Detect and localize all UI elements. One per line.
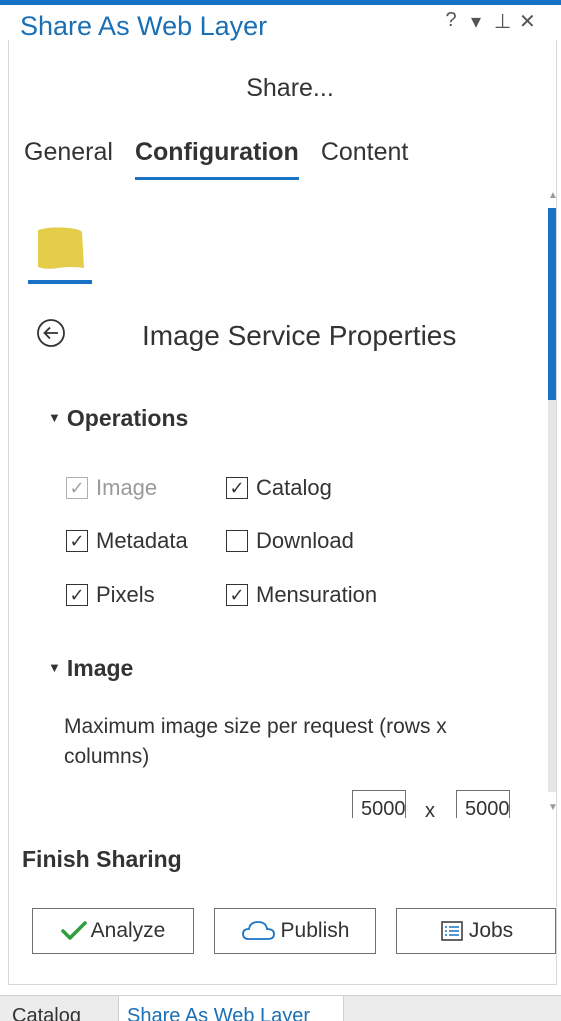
tab-configuration[interactable]: Configuration — [134, 138, 299, 180]
layer-tab-underline — [28, 280, 92, 284]
jobs-label: Jobs — [468, 919, 514, 942]
help-icon[interactable]: ? — [444, 9, 458, 34]
operations-group-header[interactable]: ▼ Operations — [48, 405, 188, 432]
image-heading: Image — [66, 655, 134, 681]
scrollbar-thumb[interactable] — [548, 208, 556, 400]
pane-title: Share As Web Layer — [20, 11, 268, 41]
checkmark-icon: ✓ — [226, 477, 248, 499]
image-layer-tab[interactable] — [28, 220, 92, 284]
checkmark-icon: ✓ — [66, 584, 88, 606]
jobs-button[interactable]: Jobs — [396, 908, 556, 954]
pane-right-border — [556, 40, 557, 985]
checkmark-icon: ✓ — [66, 477, 88, 499]
analyze-label: Analyze — [90, 919, 166, 942]
checkbox-label: Image — [96, 475, 158, 500]
close-icon[interactable]: ✕ — [519, 9, 536, 34]
checkbox-metadata[interactable]: ✓ Metadata — [66, 528, 188, 554]
analyze-button[interactable]: Analyze — [32, 908, 194, 954]
dropdown-menu-icon[interactable]: ▾ — [469, 9, 483, 34]
checkbox-label: Pixels — [96, 582, 155, 607]
image-group-header[interactable]: ▼ Image — [48, 655, 133, 682]
scrollbar-track[interactable] — [548, 400, 556, 792]
tab-general[interactable]: General — [24, 138, 113, 180]
max-rows-input[interactable]: 5000 — [352, 790, 406, 818]
image-layer-icon — [38, 227, 84, 269]
checkmark-icon: ✓ — [66, 530, 88, 552]
max-columns-input[interactable]: 5000 — [456, 790, 510, 818]
section-title: Image Service Properties — [142, 320, 457, 351]
scroll-up-arrow[interactable]: ▲ — [548, 190, 558, 204]
max-image-size-label: Maximum image size per request (rows x c… — [64, 715, 447, 768]
size-separator: x — [425, 800, 435, 822]
operations-heading: Operations — [66, 405, 189, 431]
checkbox-label: Mensuration — [256, 582, 378, 607]
list-icon — [441, 921, 463, 941]
cloud-icon — [241, 921, 275, 940]
share-tabs: General Configuration Content — [24, 138, 408, 180]
checkbox-pixels[interactable]: ✓ Pixels — [66, 582, 155, 608]
tab-content[interactable]: Content — [321, 138, 409, 180]
dock-tab-catalog[interactable]: Catalog — [12, 996, 117, 1021]
dock-tab-share-as-web-layer[interactable]: Share As Web Layer — [118, 996, 344, 1021]
publish-button[interactable]: Publish — [214, 908, 376, 954]
publish-label: Publish — [280, 919, 350, 942]
checkbox-download[interactable]: Download — [226, 528, 354, 554]
checkbox-label: Catalog — [256, 475, 332, 500]
checkbox-label: Metadata — [96, 528, 188, 553]
checkbox-image: ✓ Image — [66, 475, 157, 501]
checkbox-label: Download — [256, 528, 354, 553]
pane-title-controls: ? ▾ ⊥ ✕ — [444, 9, 536, 34]
pane-left-border — [8, 40, 9, 985]
checkmark-icon: ✓ — [226, 584, 248, 606]
back-arrow-icon — [37, 319, 65, 347]
share-subtitle: Share... — [246, 74, 334, 102]
dock-tab-strip: Catalog Share As Web Layer — [0, 995, 561, 1021]
checkbox-catalog[interactable]: ✓ Catalog — [226, 475, 332, 501]
pane-bottom-border — [8, 984, 557, 985]
finish-sharing-heading: Finish Sharing — [22, 846, 182, 872]
scroll-down-arrow[interactable]: ▼ — [548, 802, 558, 816]
empty-checkbox-icon — [226, 530, 248, 552]
pin-icon[interactable]: ⊥ — [494, 9, 511, 34]
chevron-down-icon: ▼ — [48, 660, 61, 676]
checkmark-icon — [60, 921, 87, 940]
chevron-down-icon: ▼ — [48, 410, 61, 426]
back-button[interactable] — [35, 317, 67, 349]
checkbox-mensuration[interactable]: ✓ Mensuration — [226, 582, 377, 608]
